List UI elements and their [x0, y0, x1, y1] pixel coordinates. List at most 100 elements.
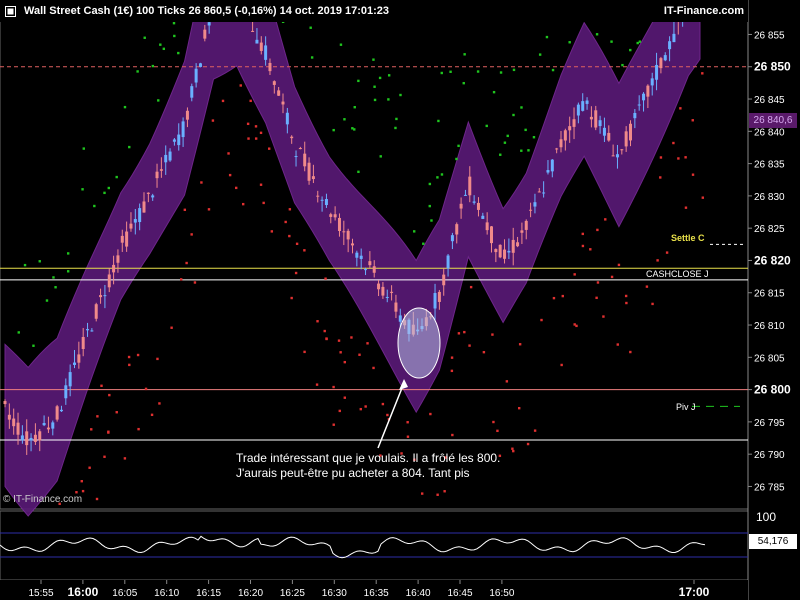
candle-down: [16, 422, 20, 435]
candle-down: [646, 85, 650, 97]
red-dot: [207, 208, 211, 211]
green-dot: [128, 145, 131, 149]
candle-down: [116, 255, 120, 263]
green-dot: [545, 35, 549, 39]
red-dot: [518, 406, 521, 410]
green-dot: [457, 144, 460, 148]
candle-down: [3, 401, 7, 405]
red-dot: [350, 336, 353, 339]
candle-down: [120, 235, 124, 243]
green-dot: [455, 157, 458, 161]
red-dot: [332, 423, 335, 426]
red-dot: [451, 433, 454, 437]
green-dot: [357, 170, 360, 174]
candle-up: [463, 194, 467, 196]
red-dot: [482, 350, 486, 354]
piv-label: Piv J: [676, 402, 696, 412]
red-dot: [241, 202, 245, 206]
y-tick-label: 26 790: [754, 450, 785, 461]
candle-up: [650, 78, 654, 86]
candle-up: [51, 422, 55, 429]
window-icon[interactable]: [5, 6, 16, 17]
y-tick-label: 26 850: [754, 60, 791, 74]
green-dot: [66, 252, 70, 255]
chart-header: Wall Street Cash (1€) 100 Ticks 26 860,5…: [0, 0, 748, 22]
red-dot: [625, 301, 628, 305]
candle-down: [563, 130, 567, 141]
candle-down: [351, 243, 354, 246]
green-dot: [610, 40, 613, 43]
candle-down: [611, 155, 615, 157]
red-dot: [491, 333, 494, 336]
candle-down: [437, 291, 441, 302]
candle-up: [181, 121, 185, 138]
red-dot: [616, 343, 619, 346]
red-dot: [450, 356, 454, 359]
red-dot: [596, 281, 600, 284]
green-dot: [136, 70, 139, 73]
green-dot: [143, 36, 146, 39]
green-dot: [66, 270, 70, 273]
red-dot: [254, 137, 258, 140]
y-tick-label: 26 845: [754, 95, 785, 106]
candle-down: [629, 123, 632, 141]
red-dot: [100, 384, 103, 387]
candle-up: [633, 112, 637, 119]
candle-down: [524, 220, 528, 230]
green-dot: [343, 118, 346, 121]
green-dot: [492, 90, 496, 94]
x-tick-label: 16:15: [196, 588, 221, 599]
candle-down: [311, 176, 315, 180]
header-title: Wall Street Cash (1€) 100 Ticks 26 860,5…: [24, 5, 390, 17]
candle-down: [516, 242, 520, 247]
indicator-value-tag: 54,176: [749, 534, 797, 549]
red-dot: [170, 326, 173, 329]
candle-down: [129, 223, 133, 229]
red-dot: [228, 173, 232, 177]
candle-up: [194, 68, 198, 83]
y-tick-label: 26 815: [754, 289, 785, 300]
red-dot: [581, 244, 585, 248]
red-dot: [115, 411, 118, 414]
red-dot: [315, 383, 319, 386]
red-dot: [193, 281, 197, 284]
candle-up: [450, 235, 454, 242]
candle-down: [337, 217, 341, 231]
candle-down: [277, 90, 281, 96]
red-dot: [221, 99, 225, 103]
green-dot: [636, 41, 639, 45]
red-dot: [561, 294, 564, 298]
green-dot: [82, 147, 85, 150]
green-dot: [309, 26, 312, 29]
red-dot: [364, 405, 367, 408]
candle-up: [533, 202, 537, 207]
candle-up: [642, 93, 646, 101]
red-dot: [581, 232, 584, 236]
candle-down: [624, 131, 628, 147]
green-dot: [177, 51, 180, 55]
y-tick-label: 26 820: [754, 253, 791, 267]
candle-down: [107, 274, 111, 288]
y-tick-label: 26 800: [754, 383, 791, 397]
green-dot: [506, 134, 509, 138]
candle-down: [203, 29, 207, 39]
candle-up: [507, 250, 511, 253]
red-dot: [665, 251, 669, 254]
candle-down: [529, 209, 533, 211]
candle-down: [498, 244, 502, 258]
red-dot: [288, 234, 291, 238]
candle-down: [146, 192, 150, 194]
green-dot: [499, 153, 502, 156]
candle-down: [494, 249, 498, 253]
red-dot: [624, 294, 628, 298]
green-dot: [310, 56, 314, 59]
green-dot: [52, 276, 55, 279]
green-dot: [449, 70, 452, 73]
green-dot: [339, 43, 343, 46]
red-dot: [629, 350, 632, 354]
candle-down: [537, 191, 541, 193]
candle-up: [550, 159, 554, 172]
candle-up: [68, 372, 72, 387]
red-dot: [150, 413, 154, 417]
red-dot: [359, 407, 362, 411]
